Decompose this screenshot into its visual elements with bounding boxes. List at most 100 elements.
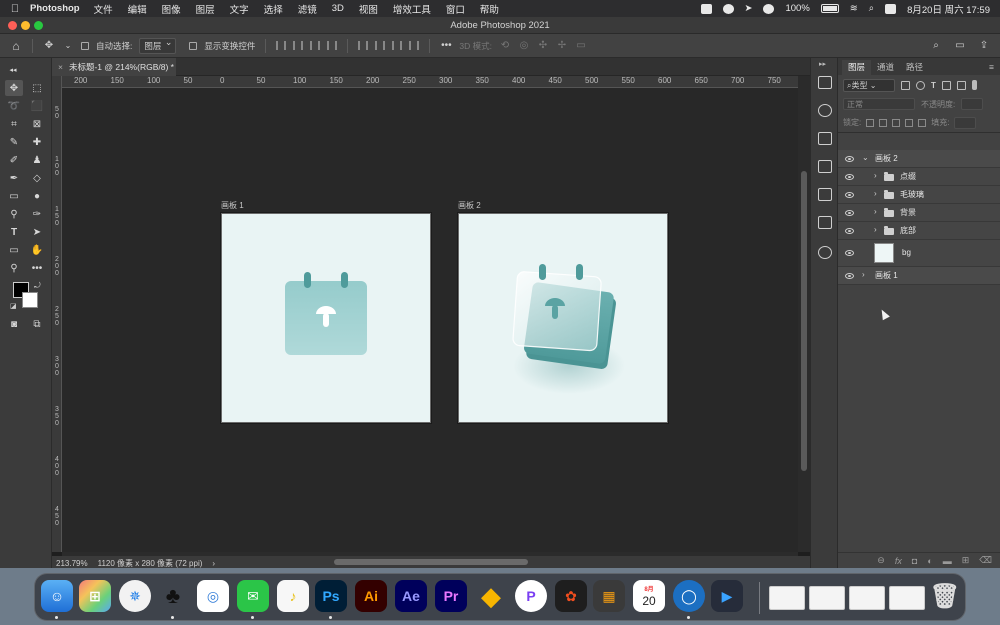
lock-artboard-icon[interactable] — [905, 118, 914, 127]
tab-paths[interactable]: 路径 — [900, 60, 929, 75]
menu-plugins[interactable]: 增效工具 — [393, 2, 431, 16]
menu-app-name[interactable]: Photoshop — [30, 3, 80, 14]
collapse-icon[interactable]: ◂◂ — [4, 62, 22, 78]
eyedropper-tool[interactable]: ✎ — [5, 134, 23, 150]
artboard-1[interactable] — [221, 213, 431, 423]
workspace-icon[interactable]: ▭ — [954, 40, 966, 52]
patterns-panel-icon[interactable] — [818, 188, 832, 201]
crop-tool[interactable]: ⌗ — [5, 116, 23, 132]
close-window-button[interactable] — [8, 21, 17, 30]
finder-icon[interactable]: ☺ — [41, 580, 73, 612]
close-tab-icon[interactable]: × — [58, 62, 63, 72]
auto-select-dropdown[interactable]: 图层 — [139, 37, 177, 54]
visibility-eye-icon[interactable] — [845, 155, 854, 162]
minimize-window-button[interactable] — [21, 21, 30, 30]
adjustment-layer-icon[interactable]: ◐ — [927, 556, 932, 566]
chevron-right-icon[interactable]: › — [874, 225, 877, 234]
filter-shape-icon[interactable] — [941, 80, 951, 90]
distribute-horizontal-icon[interactable] — [327, 41, 338, 50]
align-left-icon[interactable] — [276, 41, 287, 50]
layer-row-group-bottom[interactable]: › 底部 — [838, 222, 1000, 240]
layer-row-group-background[interactable]: › 背景 — [838, 204, 1000, 222]
canvas-area[interactable]: 画板 1 画板 2 — [62, 88, 798, 552]
expand-panels-icon[interactable]: ▸▸ — [819, 60, 826, 68]
artboard-1-label[interactable]: 画板 1 — [221, 200, 244, 211]
link-layers-icon[interactable]: ⊖ — [877, 555, 885, 566]
screen-mode-icon[interactable]: ⧉ — [28, 316, 46, 332]
zoom-tool[interactable]: ⚲ — [5, 260, 23, 276]
share-icon[interactable]: ⇪ — [978, 40, 990, 52]
filter-adjustment-icon[interactable] — [916, 80, 925, 90]
lasso-tool[interactable]: ➰ — [5, 98, 23, 114]
battery-icon[interactable] — [820, 4, 839, 13]
3d-pan-icon[interactable]: ✣ — [537, 40, 549, 52]
minimized-window-thumbnail[interactable] — [769, 586, 805, 610]
gradients-panel-icon[interactable] — [818, 160, 832, 173]
path-selection-tool[interactable]: ➤ — [28, 224, 46, 240]
horizontal-scroll-thumb[interactable] — [334, 559, 528, 565]
wechat-icon[interactable]: ✉ — [237, 580, 269, 612]
artboard-2[interactable] — [458, 213, 668, 423]
visibility-eye-icon[interactable] — [845, 191, 854, 198]
brush-tool[interactable]: ✐ — [5, 152, 23, 168]
show-transform-checkbox[interactable] — [189, 41, 198, 50]
color-panel-icon[interactable] — [818, 104, 832, 117]
clone-stamp-tool[interactable]: ♟ — [28, 152, 46, 168]
layer-row-bg[interactable]: bg — [838, 240, 1000, 267]
marquee-tool[interactable]: ⬚ — [28, 80, 46, 96]
minimized-window-thumbnail[interactable] — [809, 586, 845, 610]
libraries-panel-icon[interactable] — [818, 246, 832, 259]
filter-type-icon[interactable]: T — [931, 81, 936, 90]
menu-edit[interactable]: 编辑 — [128, 2, 147, 16]
hand-tool[interactable]: ✋ — [28, 242, 46, 258]
menu-window[interactable]: 窗口 — [446, 2, 465, 16]
visibility-eye-icon[interactable] — [845, 209, 854, 216]
chevron-right-icon[interactable]: › — [874, 189, 877, 198]
spotlight-icon[interactable]: ⌕ — [869, 3, 874, 14]
delete-layer-icon[interactable]: ⌫ — [979, 555, 992, 566]
control-center-icon[interactable] — [885, 3, 897, 14]
lock-position-icon[interactable] — [892, 118, 901, 127]
menu-file[interactable]: 文件 — [94, 2, 113, 16]
trash-icon[interactable]: 🗑 — [929, 580, 961, 612]
filter-smart-object-icon[interactable] — [956, 80, 966, 90]
home-icon[interactable]: ⌂ — [10, 39, 22, 53]
layer-filter-dropdown[interactable]: ⌕类型 ⌄ — [843, 78, 895, 92]
lock-pixels-icon[interactable] — [879, 118, 888, 127]
align-right-icon[interactable] — [310, 41, 321, 50]
layer-row-artboard-2[interactable]: ⌄ 画板 2 — [838, 150, 1000, 168]
move-tool-icon[interactable]: ✥ — [43, 40, 55, 52]
healing-brush-tool[interactable]: ✚ — [28, 134, 46, 150]
chevron-right-icon[interactable]: › — [874, 171, 877, 180]
align-center-icon[interactable] — [293, 41, 304, 50]
qq-browser-icon[interactable]: ◎ — [197, 580, 229, 612]
gradient-tool[interactable]: ▭ — [5, 188, 23, 204]
swatches-panel-icon[interactable] — [818, 132, 832, 145]
vertical-scroll-thumb[interactable] — [801, 171, 807, 471]
menu-filter[interactable]: 滤镜 — [298, 2, 317, 16]
calendar-icon[interactable]: 8月 20 — [633, 580, 665, 612]
status-menu-arrow[interactable]: › — [212, 559, 215, 568]
opacity-input[interactable] — [961, 98, 984, 110]
menu-3d[interactable]: 3D — [332, 3, 344, 14]
menu-view[interactable]: 视图 — [359, 2, 378, 16]
adjustments-panel-icon[interactable] — [818, 216, 832, 229]
apple-icon[interactable]:  — [0, 3, 30, 15]
add-mask-icon[interactable]: ◘ — [912, 556, 917, 566]
launchpad-icon[interactable]: ⊞ — [79, 580, 111, 612]
quick-mask-icon[interactable]: ◙ — [5, 316, 23, 332]
default-colors-icon[interactable]: ◪ — [10, 302, 17, 310]
3d-scale-icon[interactable]: ▭ — [575, 40, 587, 52]
move-tool[interactable]: ✥ — [5, 80, 23, 96]
chevron-down-icon[interactable]: ⌄ — [62, 40, 74, 52]
object-selection-tool[interactable]: ⬛ — [28, 98, 46, 114]
3d-orbit-icon[interactable]: ⟲ — [499, 40, 511, 52]
creative-cloud-icon[interactable] — [763, 3, 775, 14]
visibility-eye-icon[interactable] — [845, 272, 854, 279]
zoom-level[interactable]: 213.79% — [56, 559, 88, 568]
menu-select[interactable]: 选择 — [264, 2, 283, 16]
swap-colors-icon[interactable]: ⤾ — [34, 281, 41, 291]
chevron-right-icon[interactable]: › — [874, 207, 877, 216]
tab-channels[interactable]: 通道 — [871, 60, 900, 75]
pixso-icon[interactable]: P — [515, 580, 547, 612]
